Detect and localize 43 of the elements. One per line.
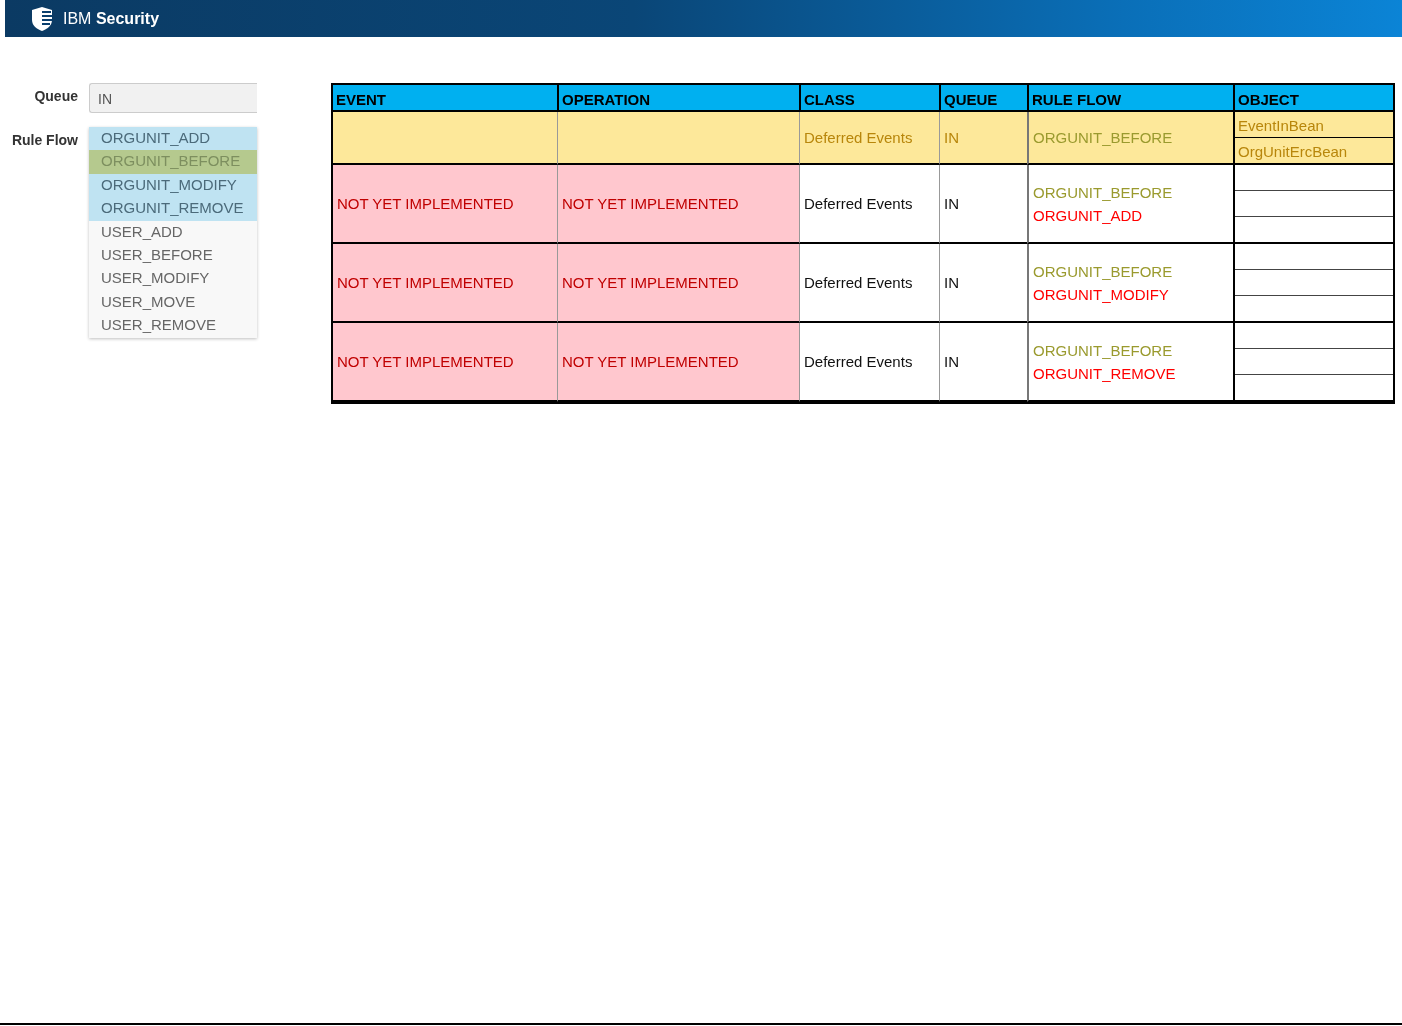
table-cell: EventInBean <box>1235 112 1393 138</box>
column-header: QUEUE <box>939 85 1027 112</box>
list-option[interactable]: USER_MOVE <box>89 290 257 315</box>
table-cell: IN <box>939 323 1027 402</box>
table-cell: Deferred Events <box>799 323 939 402</box>
table-cell: IN <box>939 165 1027 244</box>
rule-flow-entry: ORGUNIT_ADD <box>1033 206 1143 224</box>
list-option[interactable]: ORGUNIT_REMOVE <box>89 197 257 221</box>
list-option[interactable]: USER_MODIFY <box>89 267 257 291</box>
brand-name: IBM Security <box>63 9 160 28</box>
rule-flow-entry: ORGUNIT_BEFORE <box>1033 262 1173 280</box>
table-cell: Deferred Events <box>799 244 939 323</box>
table-cell: NOT YET IMPLEMENTED <box>333 165 557 244</box>
list-option[interactable]: USER_ADD <box>89 220 257 244</box>
list-option[interactable]: USER_REMOVE <box>89 314 257 338</box>
rule-flow-listbox[interactable]: ORGUNIT_ADD ORGUNIT_BEFORE ORGUNIT_MODIFY ORGUNIT_REMOVE USER_ADD USER_BEFORE USER_MODIFY USER_MOVE USER_REMOVE <box>89 127 257 338</box>
queue-field[interactable]: IN <box>89 83 257 113</box>
column-header: OPERATION <box>557 85 799 112</box>
rule-flow-label: Rule Flow <box>10 131 79 148</box>
column-header: EVENT <box>333 85 557 112</box>
table-cell: NOT YET IMPLEMENTED <box>557 323 799 402</box>
list-option[interactable]: ORGUNIT_ADD <box>89 127 257 151</box>
rule-flow-entry: ORGUNIT_BEFORE <box>1033 183 1173 201</box>
table-cell: IN <box>939 112 1027 165</box>
list-option[interactable]: USER_BEFORE <box>89 243 257 268</box>
table-cell: NOT YET IMPLEMENTED <box>333 244 557 323</box>
table-cell: NOT YET IMPLEMENTED <box>557 244 799 323</box>
rule-flow-entry: ORGUNIT_MODIFY <box>1033 285 1169 303</box>
rule-flow-entry: ORGUNIT_REMOVE <box>1033 364 1176 382</box>
shield-logo-icon <box>29 5 55 32</box>
rule-flow-entry: ORGUNIT_BEFORE <box>1033 129 1173 146</box>
column-header: OBJECT <box>1233 85 1393 112</box>
column-header: CLASS <box>799 85 939 112</box>
table-cell: NOT YET IMPLEMENTED <box>557 165 799 244</box>
table-cell: IN <box>939 244 1027 323</box>
column-header: RULE FLOW <box>1027 85 1233 112</box>
queue-label: Queue <box>33 87 79 104</box>
table-cell: NOT YET IMPLEMENTED <box>333 323 557 402</box>
list-option[interactable]: ORGUNIT_MODIFY <box>89 173 257 198</box>
rule-flow-entry: ORGUNIT_BEFORE <box>1033 341 1173 359</box>
table-cell-text: OrgUnitErcBean <box>1237 142 1349 162</box>
table-cell: Deferred Events <box>799 165 939 244</box>
table-cell: Deferred Events <box>799 112 939 165</box>
